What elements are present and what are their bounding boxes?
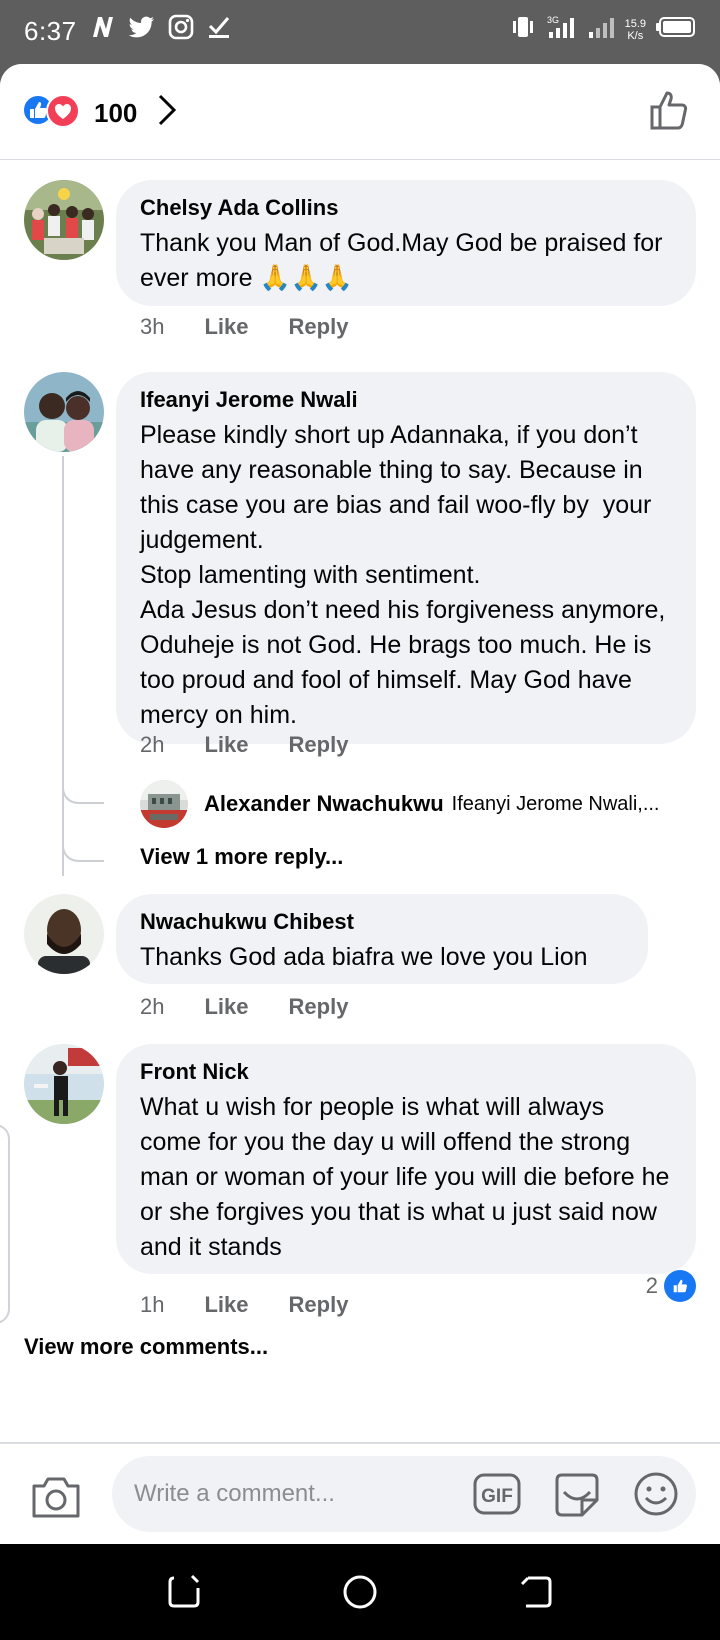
comment-author[interactable]: Ifeanyi Jerome Nwali: [140, 386, 672, 414]
comment-text: Please kindly short up Adannaka, if you …: [140, 421, 666, 729]
comment-actions: 3h Like Reply: [140, 314, 348, 340]
reply-text-preview: Ifeanyi Jerome Nwali,...: [451, 792, 660, 815]
avatar[interactable]: [24, 894, 104, 974]
svg-text:3G: 3G: [547, 15, 559, 25]
avatar[interactable]: [24, 180, 104, 260]
reply-button[interactable]: Reply: [289, 732, 349, 758]
status-time: 6:37: [24, 16, 77, 46]
system-navigation-bar: [0, 1544, 720, 1640]
comment-composer: GIF: [0, 1442, 720, 1544]
gif-label: GIF: [481, 1486, 513, 1507]
comment-actions: 2h Like Reply: [140, 732, 348, 758]
signal-icon: [587, 14, 615, 45]
vibrate-icon: [509, 14, 537, 45]
thread-line: [62, 456, 64, 876]
comment-time: 3h: [140, 314, 165, 339]
instagram-icon: [168, 14, 194, 45]
like-reaction-icon: [664, 1270, 696, 1302]
like-post-button[interactable]: [648, 88, 692, 137]
like-button[interactable]: Like: [204, 994, 248, 1020]
reaction-count[interactable]: 100: [94, 98, 137, 129]
comment-input[interactable]: [134, 1474, 434, 1514]
comment-author[interactable]: Nwachukwu Chibest: [140, 908, 624, 936]
download-done-icon: [206, 14, 232, 45]
comment-bubble[interactable]: Nwachukwu Chibest Thanks God ada biafra …: [116, 894, 648, 984]
comment-bubble[interactable]: Ifeanyi Jerome Nwali Please kindly short…: [116, 372, 696, 744]
like-count-value: 2: [645, 1273, 658, 1298]
comment-like-count[interactable]: 2: [646, 1270, 696, 1302]
avatar[interactable]: [140, 780, 188, 828]
reactions-bar[interactable]: 100: [0, 64, 720, 160]
comment-time: 1h: [140, 1292, 165, 1317]
reply-button[interactable]: Reply: [289, 994, 349, 1020]
battery-icon: [656, 16, 696, 43]
reaction-icons: [22, 94, 86, 128]
comment-actions: 1h Like Reply: [140, 1292, 348, 1318]
comment-time: 2h: [140, 732, 165, 757]
comment-author[interactable]: Chelsy Ada Collins: [140, 194, 672, 222]
avatar[interactable]: [24, 1044, 104, 1124]
comment-input-container[interactable]: GIF: [112, 1456, 696, 1532]
home-icon[interactable]: [342, 1574, 378, 1615]
avatar[interactable]: [24, 372, 104, 452]
twitter-icon: [128, 14, 156, 45]
reply-button[interactable]: Reply: [289, 1292, 349, 1318]
chevron-right-icon[interactable]: [156, 92, 178, 133]
gif-button[interactable]: GIF: [472, 1470, 522, 1523]
thread-connector: [62, 776, 104, 804]
sticker-icon[interactable]: [552, 1470, 602, 1523]
app-n-icon: [90, 14, 116, 45]
comment-author[interactable]: Front Nick: [140, 1058, 672, 1086]
network-speed: 15.9 K/s: [624, 17, 646, 42]
signal-3g-icon: 3G: [547, 14, 577, 45]
comment-text: What u wish for people is what will alwa…: [140, 1093, 677, 1261]
like-button[interactable]: Like: [204, 1292, 248, 1318]
comment-actions: 2h Like Reply: [140, 994, 348, 1020]
thread-connector: [62, 834, 104, 862]
reply-author[interactable]: Alexander Nwachukwu: [204, 791, 444, 817]
comment-text: Thanks God ada biafra we love you Lion: [140, 943, 588, 971]
system-icons: 3G 15.9 K/s: [509, 14, 696, 45]
emoji-icon[interactable]: [632, 1470, 680, 1523]
comment-bubble[interactable]: Front Nick What u wish for people is wha…: [116, 1044, 696, 1274]
previous-content-peek: [0, 160, 720, 166]
comment-bubble[interactable]: Chelsy Ada Collins Thank you Man of God.…: [116, 180, 696, 306]
reply-preview[interactable]: Alexander Nwachukwu Ifeanyi Jerome Nwali…: [140, 780, 660, 828]
edge-panel-handle[interactable]: [0, 1124, 10, 1324]
love-reaction-icon: [46, 94, 80, 128]
status-bar: 6:37 3G 15.9 K/s: [0, 0, 720, 64]
recent-apps-icon[interactable]: [166, 1574, 202, 1615]
comment-time: 2h: [140, 994, 165, 1019]
view-more-comments-link[interactable]: View more comments...: [24, 1334, 268, 1360]
comment-text: Thank you Man of God.May God be praised …: [140, 229, 670, 292]
notification-icons: [90, 14, 232, 45]
camera-button[interactable]: [30, 1474, 82, 1525]
like-button[interactable]: Like: [204, 732, 248, 758]
comments-sheet: 100 Chelsy Ada Collins Thank you Man of …: [0, 64, 720, 1544]
back-icon[interactable]: [518, 1574, 554, 1615]
view-more-replies-link[interactable]: View 1 more reply...: [140, 844, 343, 870]
like-button[interactable]: Like: [204, 314, 248, 340]
reply-button[interactable]: Reply: [289, 314, 349, 340]
